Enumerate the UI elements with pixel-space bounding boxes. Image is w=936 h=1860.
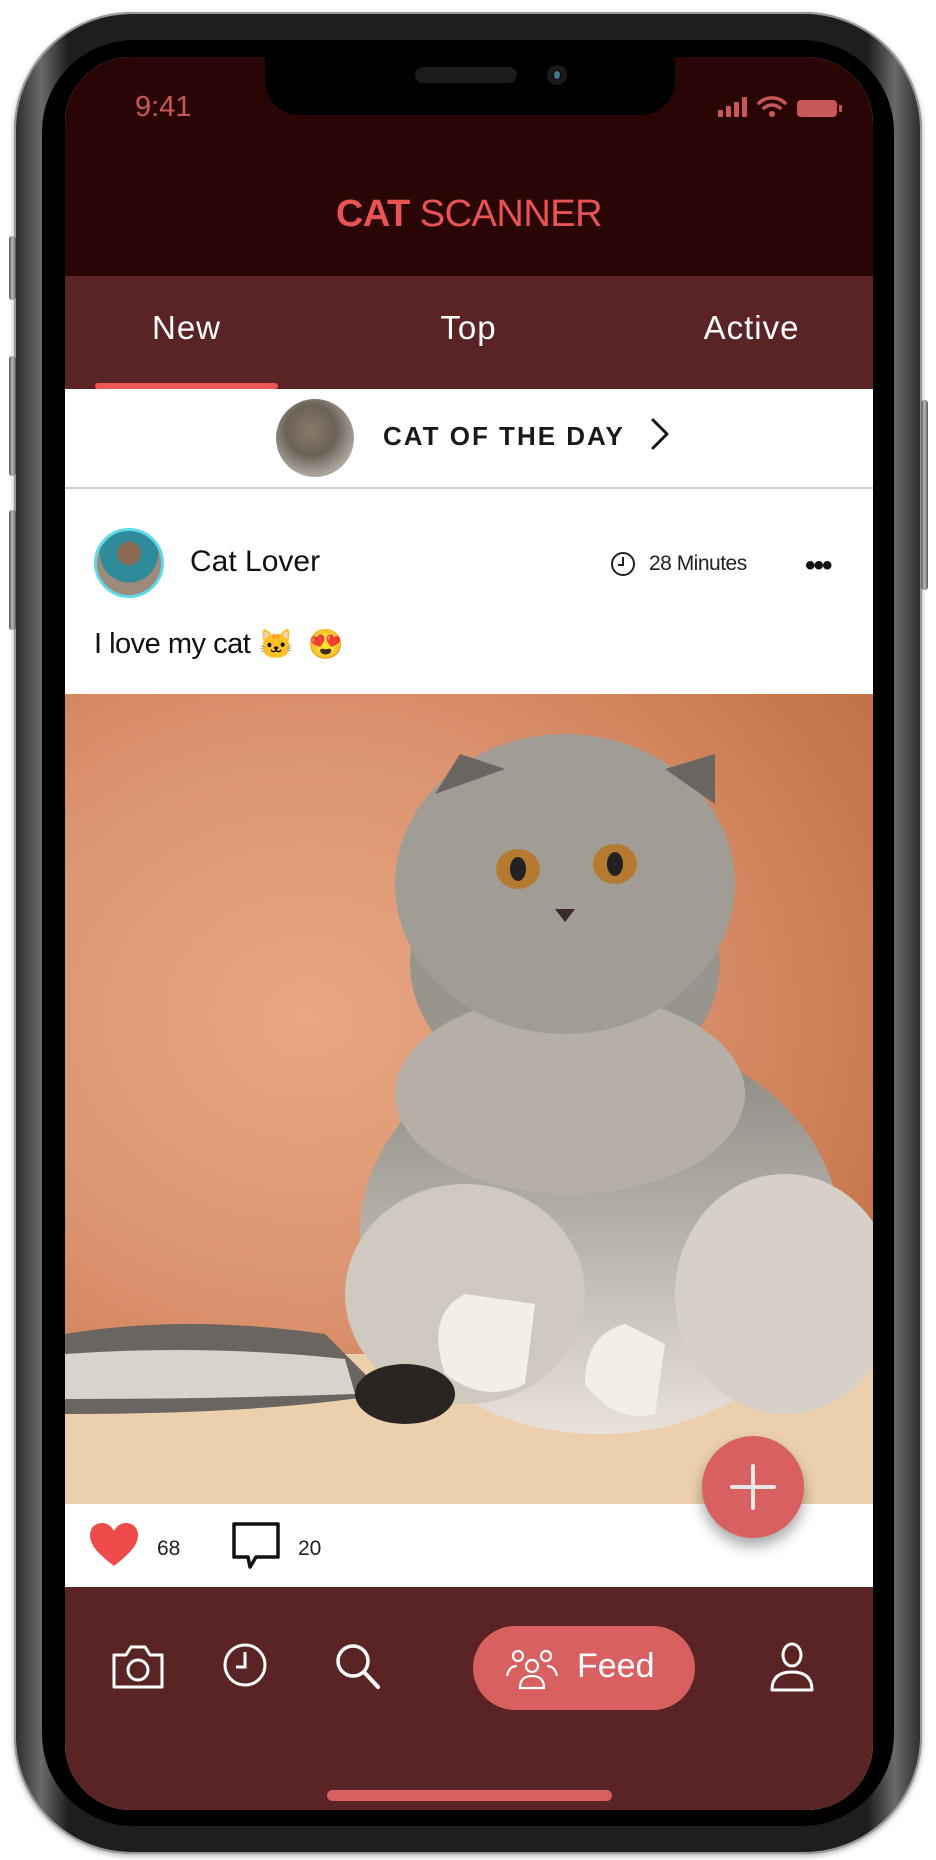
post-image[interactable]	[65, 694, 873, 1504]
chevron-right-icon	[651, 418, 669, 450]
add-post-button[interactable]	[702, 1436, 804, 1538]
more-options-icon[interactable]: •••	[805, 549, 832, 583]
clock-icon	[611, 552, 635, 576]
home-indicator[interactable]	[327, 1790, 612, 1801]
comment-icon[interactable]	[230, 1519, 282, 1573]
post-time: 28 Minutes	[649, 552, 747, 575]
user-name[interactable]: Cat Lover	[190, 545, 320, 579]
cat-photo	[65, 734, 873, 1504]
status-time: 9:41	[135, 91, 192, 123]
wifi-icon	[757, 96, 787, 117]
status-icons	[718, 95, 842, 117]
app-title-rest: SCANNER	[409, 193, 603, 235]
plus-icon	[730, 1464, 776, 1510]
cat-of-the-day-label: CAT OF THE DAY	[383, 421, 625, 451]
notch	[265, 57, 675, 115]
signal-icon	[718, 97, 747, 117]
post-caption: I love my cat 🐱 😍	[94, 628, 344, 662]
bottom-nav: Feed	[65, 1587, 873, 1810]
heart-icon[interactable]	[89, 1522, 139, 1568]
camera-icon[interactable]	[110, 1641, 166, 1691]
clock-icon[interactable]	[221, 1641, 269, 1689]
speaker	[415, 67, 517, 83]
comment-count: 20	[298, 1537, 322, 1560]
app-title: CAT SCANNER	[65, 193, 873, 236]
tab-top[interactable]: Top	[377, 276, 560, 389]
volume-up-button	[9, 356, 16, 476]
tab-new[interactable]: New	[95, 276, 278, 389]
feed-button[interactable]: Feed	[473, 1626, 695, 1710]
power-button	[921, 400, 928, 590]
feed-label: Feed	[577, 1647, 655, 1685]
heart-eyes-emoji: 😍	[307, 629, 344, 662]
battery-icon	[797, 100, 842, 117]
user-icon[interactable]	[769, 1641, 815, 1693]
tab-active[interactable]: Active	[660, 276, 843, 389]
cat-of-the-day-banner[interactable]: CAT OF THE DAY	[65, 389, 873, 489]
front-camera	[547, 65, 567, 85]
caption-text: I love my cat	[94, 628, 251, 660]
like-count: 68	[157, 1537, 181, 1560]
cat-emoji: 🐱	[258, 629, 294, 662]
cat-of-the-day-thumbnail	[276, 399, 354, 477]
silent-switch	[9, 236, 16, 300]
user-avatar[interactable]	[94, 528, 164, 598]
app-title-bold: CAT	[335, 193, 410, 235]
search-icon[interactable]	[333, 1641, 383, 1691]
app-screen: 9:41 CAT SCANNER New Top Active CAT OF T…	[65, 57, 873, 1810]
volume-down-button	[9, 510, 16, 630]
group-icon	[505, 1649, 559, 1690]
post-header: Cat Lover 28 Minutes •••	[65, 489, 873, 609]
tab-bar: New Top Active	[65, 276, 873, 389]
